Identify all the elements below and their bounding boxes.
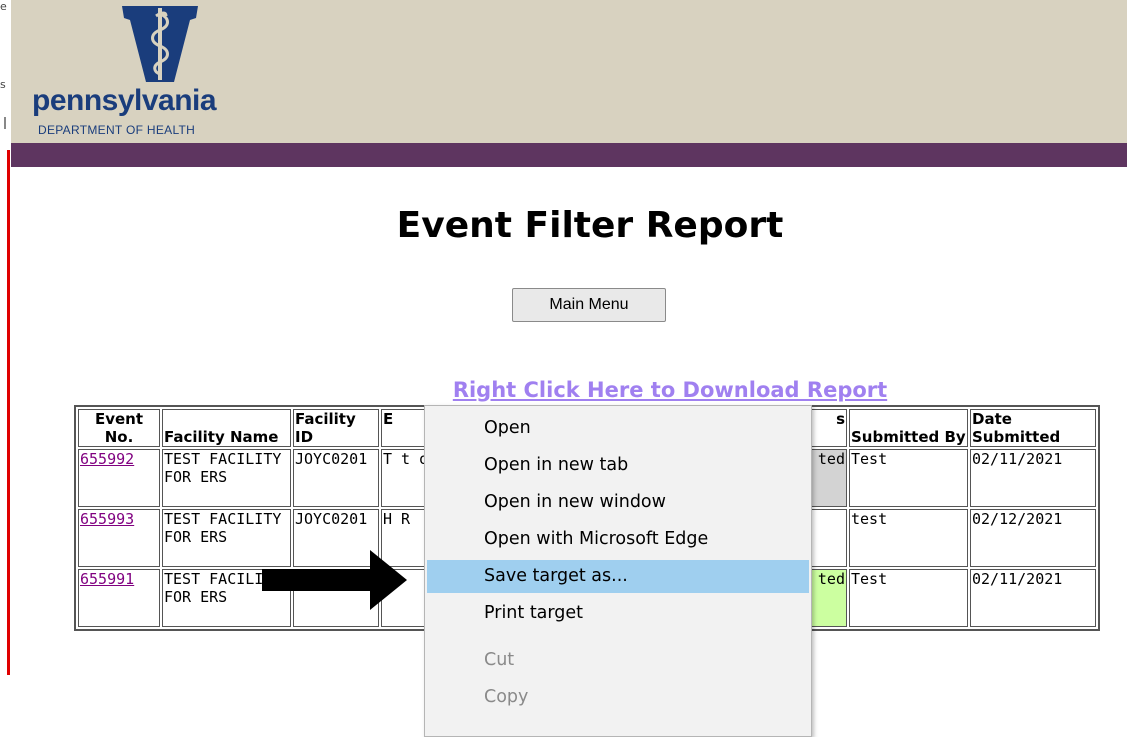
event-no-cell: 655992	[78, 449, 160, 507]
menu-item-copy: Copy	[484, 687, 529, 707]
arrow-right-icon	[262, 550, 407, 610]
event-no-cell: 655993	[78, 509, 160, 567]
header-date-submitted: Date Submitted	[970, 409, 1096, 447]
event-link[interactable]: 655991	[80, 570, 134, 588]
menu-item-open-new-tab[interactable]: Open in new tab	[427, 449, 809, 482]
page-title: Event Filter Report	[396, 205, 784, 246]
menu-item-open[interactable]: Open	[427, 412, 809, 445]
header-facility-name: Facility Name	[162, 409, 291, 447]
keystone-caduceus-icon	[122, 6, 198, 82]
submitted-by-cell: Test	[849, 449, 968, 507]
edge-fragment: e	[0, 0, 7, 13]
edge-marker	[4, 117, 6, 129]
menu-item-cut: Cut	[484, 650, 515, 670]
event-no-cell: 655991	[78, 569, 160, 627]
menu-item-open-with-edge[interactable]: Open with Microsoft Edge	[427, 523, 809, 556]
download-report-link[interactable]: Right Click Here to Download Report	[340, 378, 1000, 402]
pa-health-logo[interactable]: pennsylvania DEPARTMENT OF HEALTH	[22, 6, 282, 144]
logo-wordmark: pennsylvania	[32, 84, 217, 117]
facility-id-cell: JOYC0201	[293, 449, 379, 507]
submitted-by-cell: test	[849, 509, 968, 567]
submitted-by-cell: Test	[849, 569, 968, 627]
date-submitted-cell: 02/11/2021	[970, 449, 1096, 507]
event-link[interactable]: 655993	[80, 510, 134, 528]
date-submitted-cell: 02/12/2021	[970, 509, 1096, 567]
facility-name-cell: TEST FACILITY FOR ERS	[162, 449, 291, 507]
logo-subtitle: DEPARTMENT OF HEALTH	[38, 123, 196, 137]
date-submitted-cell: 02/11/2021	[970, 569, 1096, 627]
header-facility-id: Facility ID	[293, 409, 379, 447]
event-link[interactable]: 655992	[80, 450, 134, 468]
header-submitted-by: Submitted By	[849, 409, 968, 447]
main-menu-button[interactable]: Main Menu	[512, 288, 666, 322]
context-menu: Open Open in new tab Open in new window …	[424, 405, 812, 737]
header-event-no: Event No.	[78, 409, 160, 447]
header-band	[11, 143, 1127, 167]
menu-item-open-new-window[interactable]: Open in new window	[427, 486, 809, 519]
edge-fragment: s	[0, 78, 6, 91]
left-window-edge: e s	[0, 0, 11, 727]
menu-item-print-target[interactable]: Print target	[427, 597, 809, 630]
menu-item-save-target-as[interactable]: Save target as...	[427, 560, 809, 593]
